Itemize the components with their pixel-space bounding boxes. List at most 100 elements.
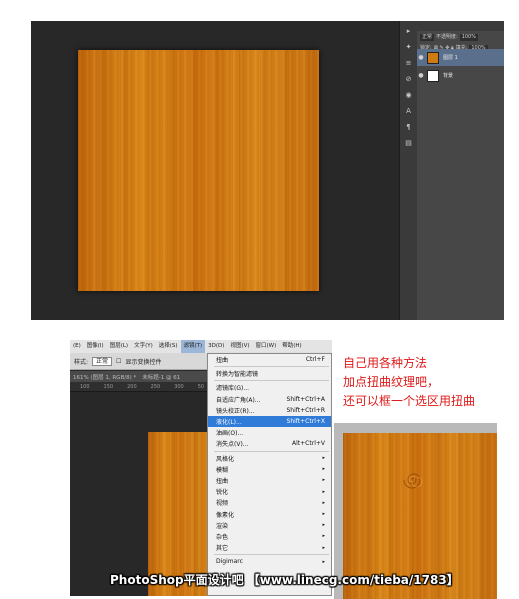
menu-item-shortcut: Alt+Ctrl+V bbox=[292, 440, 325, 448]
eye-icon[interactable]: ● bbox=[417, 54, 425, 61]
menu-5[interactable]: 3D(D) bbox=[205, 340, 227, 353]
menu-item[interactable]: 视频 ▸ bbox=[208, 497, 331, 508]
menu-2[interactable]: 文字(Y) bbox=[131, 340, 156, 353]
menu-group-1: 转换为智能滤镜 bbox=[208, 368, 331, 379]
annotation-text: 自己用各种方法 加点扭曲纹理吧， 还可以框一个选区用扭曲 bbox=[343, 354, 513, 411]
tool-icon[interactable]: ✦ bbox=[402, 41, 416, 53]
tool-icon[interactable]: ≡ bbox=[402, 57, 416, 69]
menu-item[interactable]: 液化(L)... Shift+Ctrl+X bbox=[208, 415, 331, 428]
menu-7[interactable]: 窗口(W) bbox=[253, 340, 280, 353]
menu-item[interactable]: 渲染 ▸ bbox=[208, 520, 331, 531]
menu-item-label: 扭曲 bbox=[216, 477, 229, 485]
menu-item[interactable]: 镜头校正(R)... Shift+Ctrl+R bbox=[208, 405, 331, 416]
watermark-text: PhotoShop平面设计吧 【www.linecg.com/tieba/178… bbox=[110, 573, 459, 587]
menu-item-label: 油画(O)... bbox=[216, 430, 244, 438]
menu-item[interactable]: 模糊 ▸ bbox=[208, 464, 331, 475]
menu-group-3: 风格化 ▸ 模糊 ▸ 扭曲 ▸ 锐化 ▸ 视频 ▸ 像素化 ▸ 渲染 ▸ 杂色 ▸ 其它 ▸ bbox=[208, 453, 331, 554]
submenu-arrow-icon: ▸ bbox=[322, 511, 325, 518]
tool-icon[interactable]: ▤ bbox=[402, 137, 416, 149]
menu-separator bbox=[214, 554, 329, 556]
menu-item-shortcut: Shift+Ctrl+R bbox=[286, 406, 325, 414]
menu-item[interactable]: 风格化 ▸ bbox=[208, 453, 331, 464]
submenu-arrow-icon: ▸ bbox=[322, 466, 325, 473]
tool-icon[interactable]: ¶ bbox=[402, 121, 416, 133]
eye-icon[interactable]: ● bbox=[417, 72, 425, 79]
menu-item[interactable]: 转换为智能滤镜 bbox=[208, 368, 331, 379]
style-label: 样式: bbox=[74, 358, 89, 366]
menu-item[interactable]: 滤镜库(G)... bbox=[208, 382, 331, 393]
menu-item-shortcut: Shift+Ctrl+A bbox=[286, 395, 325, 403]
twirl-distortion-mark bbox=[403, 473, 423, 489]
layer-row-background[interactable]: ● 背景 bbox=[417, 67, 504, 84]
layer-row-layer1[interactable]: ● 图层 1 bbox=[417, 49, 504, 66]
layer-thumbnail bbox=[427, 69, 439, 82]
menu-6[interactable]: 视图(V) bbox=[227, 340, 252, 353]
menu-item[interactable]: 像素化 ▸ bbox=[208, 508, 331, 519]
annotation-line: 加点扭曲纹理吧， bbox=[343, 375, 440, 389]
menu-item-label: 锐化 bbox=[216, 489, 229, 497]
menu-item-shortcut: Ctrl+F bbox=[305, 356, 325, 364]
menu-item-label: Digimarc bbox=[216, 558, 243, 566]
menu-item[interactable]: 锐化 ▸ bbox=[208, 486, 331, 497]
submenu-arrow-icon: ▸ bbox=[322, 499, 325, 506]
menu-3[interactable]: 选择(S) bbox=[156, 340, 181, 353]
tool-icon[interactable]: ◉ bbox=[402, 89, 416, 101]
menu-item-label: 其它 bbox=[216, 545, 229, 553]
doc-tab-active[interactable]: 161% (图层 1, RGB/8) * bbox=[70, 373, 139, 381]
menu-edit[interactable]: (E) bbox=[70, 340, 84, 353]
ruler-number: 250 bbox=[150, 383, 161, 390]
menu-item[interactable]: 自适应广角(A)... Shift+Ctrl+A bbox=[208, 394, 331, 405]
opacity-input[interactable]: 100% bbox=[459, 34, 478, 41]
tool-icon[interactable]: A bbox=[402, 105, 416, 117]
menu-item-last-filter[interactable]: 扭曲 Ctrl+F bbox=[208, 354, 331, 365]
layer-thumbnail bbox=[427, 51, 439, 64]
menu-item[interactable]: 油画(O)... bbox=[208, 427, 331, 438]
bottom-photoshop-screenshot: (E) 图像(I) 图层(L) 文字(Y) 选择(S) 滤镜(T) 3D(D) 视图(V) 窗… bbox=[70, 340, 332, 596]
menu-item-label: 消失点(V)... bbox=[216, 441, 249, 449]
menu-item-label: 像素化 bbox=[216, 511, 235, 519]
canvas-area bbox=[31, 21, 399, 320]
ruler-number: 200 bbox=[127, 383, 137, 390]
menu-item-label: 渲染 bbox=[216, 522, 229, 530]
opacity-label: 不透明度: bbox=[436, 34, 458, 40]
submenu-arrow-icon: ▸ bbox=[322, 477, 325, 484]
menu-8[interactable]: 帮助(H) bbox=[279, 340, 304, 353]
menu-item[interactable]: 消失点(V)... Alt+Ctrl+V bbox=[208, 438, 331, 449]
menu-group-2: 滤镜库(G)... 自适应广角(A)... Shift+Ctrl+A 镜头校正(R).… bbox=[208, 382, 331, 449]
menu-item-digimarc[interactable]: Digimarc ▸ bbox=[208, 556, 331, 567]
wood-texture-canvas[interactable] bbox=[78, 50, 319, 291]
top-photoshop-screenshot: ▸ ✦ ≡ ⊘ ◉ A ¶ ▤ 正常 不透明度: 100% 锁定: ⊠ ✎ ✥ 🔒︎ 填充: … bbox=[31, 21, 504, 320]
submenu-arrow-icon: ▸ bbox=[322, 533, 325, 540]
layers-panel-tabs[interactable] bbox=[417, 21, 504, 31]
menu-0[interactable]: 图像(I) bbox=[84, 340, 107, 353]
menu-item-label: 滤镜库(G)... bbox=[216, 385, 250, 393]
menu-item[interactable]: 其它 ▸ bbox=[208, 542, 331, 553]
menu-item-label: 杂色 bbox=[216, 533, 229, 541]
menu-item-label: 风格化 bbox=[216, 455, 235, 463]
ruler-number: 50 bbox=[197, 383, 205, 390]
menu-4[interactable]: 滤镜(T) bbox=[180, 340, 206, 353]
style-select[interactable]: 正常 bbox=[92, 356, 113, 366]
menu-item-label: 模糊 bbox=[216, 466, 229, 474]
doc-tab[interactable]: 未标题-1 @ 61 bbox=[139, 373, 183, 381]
menu-separator bbox=[214, 366, 329, 368]
tool-icon[interactable]: ⊘ bbox=[402, 73, 416, 85]
blend-mode-row: 正常 不透明度: 100% bbox=[417, 33, 504, 42]
menu-item[interactable]: 杂色 ▸ bbox=[208, 531, 331, 542]
panel-tool-strip: ▸ ✦ ≡ ⊘ ◉ A ¶ ▤ bbox=[399, 21, 417, 320]
menu-item-label: 视频 bbox=[216, 500, 229, 508]
menu-item[interactable]: 扭曲 ▸ bbox=[208, 475, 331, 486]
menu-item-label: 液化(L)... bbox=[216, 419, 242, 427]
submenu-arrow-icon: ▸ bbox=[322, 522, 325, 529]
layers-panel: 正常 不透明度: 100% 锁定: ⊠ ✎ ✥ 🔒︎ 填充: 100% ● 图层… bbox=[417, 21, 504, 320]
menu-item-label: 自适应广角(A)... bbox=[216, 396, 261, 404]
blend-mode-select[interactable]: 正常 bbox=[420, 34, 435, 41]
menu-item-label: 镜头校正(R)... bbox=[216, 407, 255, 415]
tool-icon[interactable]: ▸ bbox=[402, 25, 416, 37]
show-transform-label: 显示变换控件 bbox=[125, 358, 162, 366]
annotation-line: 自己用各种方法 bbox=[343, 356, 428, 370]
ruler-number: 100 bbox=[80, 383, 90, 390]
ruler-number: 300 bbox=[174, 383, 184, 390]
checkbox-icon[interactable]: ☐ bbox=[116, 358, 121, 365]
menu-1[interactable]: 图层(L) bbox=[107, 340, 131, 353]
